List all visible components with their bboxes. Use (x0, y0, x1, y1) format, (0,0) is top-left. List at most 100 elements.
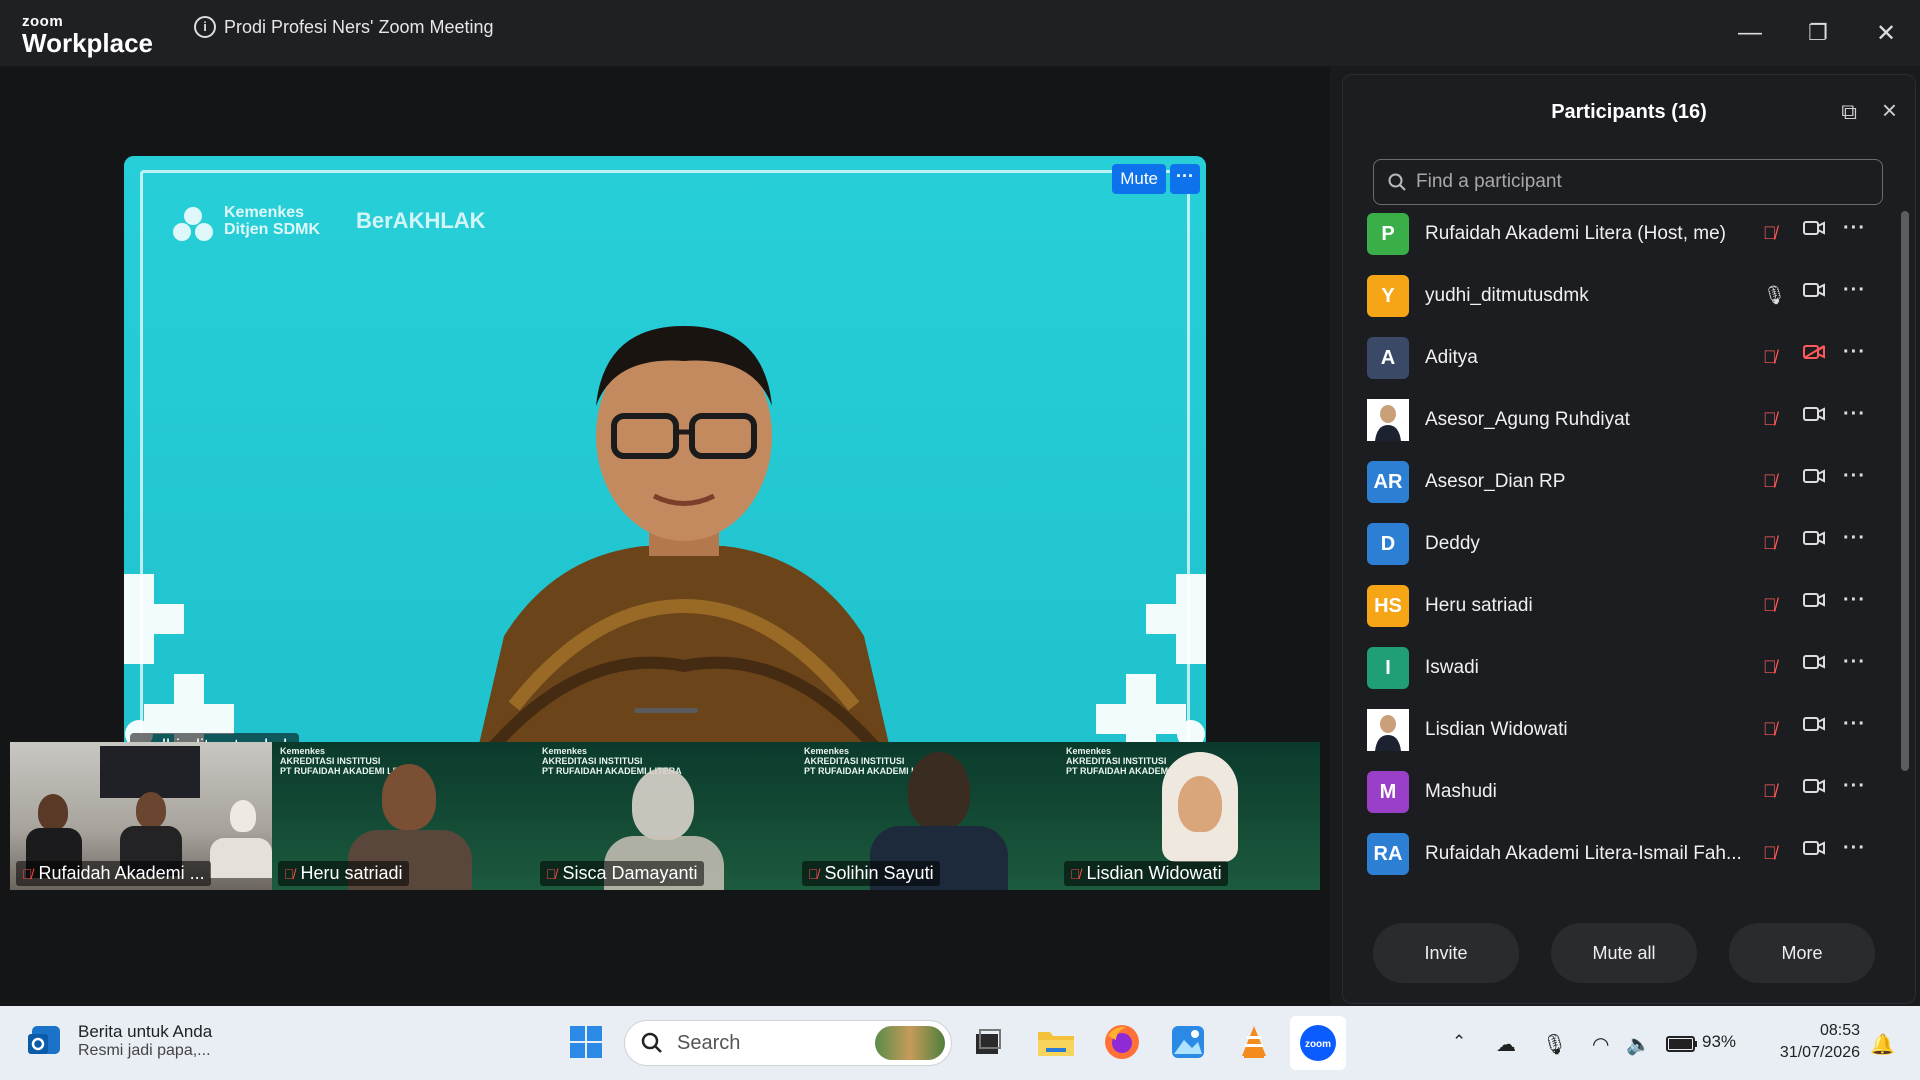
microphone-muted-icon[interactable]: 🎙̸ (1763, 471, 1777, 492)
chevron-up-icon[interactable]: ⌃ (1452, 1032, 1466, 1052)
participant-row[interactable]: HS Heru satriadi 🎙̸ ··· (1367, 575, 1887, 637)
participant-search-box[interactable] (1373, 159, 1883, 205)
cloud-sync-icon[interactable]: ☁ (1496, 1032, 1516, 1057)
microphone-muted-icon[interactable]: 🎙̸ (1763, 781, 1777, 802)
gallery-tile[interactable]: Kemenkes AKREDITASI INSTITUSI PT RUFAIDA… (534, 742, 796, 890)
mic-muted-icon: 🎙̸ (808, 865, 819, 882)
slide-line: Kemenkes (542, 746, 588, 756)
microphone-muted-icon[interactable]: 🎙̸ (1763, 595, 1777, 616)
participant-more-options-icon[interactable]: ··· (1843, 403, 1866, 426)
taskbar-search-box[interactable] (624, 1020, 952, 1066)
firefox-icon[interactable] (1102, 1022, 1142, 1062)
participant-more-options-icon[interactable]: ··· (1843, 713, 1866, 736)
video-camera-icon[interactable] (1803, 841, 1825, 855)
participant-more-options-icon[interactable]: ··· (1843, 279, 1866, 302)
participant-row[interactable]: D Deddy 🎙̸ ··· (1367, 513, 1887, 575)
file-explorer-icon[interactable] (1036, 1022, 1076, 1062)
participant-more-options-icon[interactable]: ··· (1843, 651, 1866, 674)
participant-avatar: M (1367, 771, 1409, 813)
minimize-button[interactable]: — (1716, 0, 1784, 66)
vlc-icon[interactable] (1234, 1022, 1274, 1062)
participant-row[interactable]: P Rufaidah Akademi Litera (Host, me) 🎙̸ ··· (1367, 203, 1887, 265)
taskbar-clock[interactable]: 08:53 31/07/2026 (1780, 1020, 1860, 1064)
participant-row[interactable]: M Mashudi 🎙̸ ··· (1367, 761, 1887, 823)
video-camera-icon[interactable] (1803, 221, 1825, 235)
gallery-tile-name: Lisdian Widowati (1086, 863, 1222, 883)
active-speaker-video[interactable]: Kemenkes Ditjen SDMK BerAKHLAK Mute ··· (124, 156, 1206, 764)
participant-row[interactable]: I Iswadi 🎙̸ ··· (1367, 637, 1887, 699)
video-camera-icon[interactable] (1803, 779, 1825, 793)
participant-row[interactable]: AR Asesor_Dian RP 🎙̸ ··· (1367, 451, 1887, 513)
participant-more-options-icon[interactable]: ··· (1843, 465, 1866, 488)
left-ornament-pattern (124, 574, 234, 764)
gallery-resize-handle[interactable] (634, 708, 698, 713)
microphone-muted-icon[interactable]: 🎙̸ (1763, 843, 1777, 864)
news-title: Berita untuk Anda (78, 1022, 213, 1041)
participant-more-options-icon[interactable]: ··· (1843, 217, 1866, 240)
gallery-tile-name: Heru satriadi (300, 863, 403, 883)
participant-more-options-icon[interactable]: ··· (1843, 837, 1866, 860)
close-panel-icon[interactable]: × (1882, 95, 1897, 126)
video-camera-icon[interactable] (1803, 469, 1825, 483)
mute-participant-button[interactable]: Mute (1112, 164, 1166, 194)
windows-start-icon[interactable] (566, 1022, 606, 1062)
microphone-tray-icon[interactable]: 🎙 (1542, 1032, 1567, 1057)
video-camera-icon[interactable] (1803, 407, 1825, 421)
participant-row[interactable]: Yyudhi_ditmutusdmk 🎙 ··· (1367, 265, 1887, 327)
participant-row[interactable]: RA Rufaidah Akademi Litera-Ismail Fah... 🎙… (1367, 823, 1887, 885)
video-camera-icon[interactable] (1803, 655, 1825, 669)
mute-all-button[interactable]: Mute all (1551, 923, 1697, 983)
participant-list-scrollbar[interactable] (1901, 211, 1909, 771)
participant-row[interactable]: Lisdian Widowati 🎙̸ ··· (1367, 699, 1887, 761)
participant-name: Lisdian Widowati (1425, 719, 1568, 740)
video-camera-icon[interactable] (1803, 531, 1825, 545)
participant-more-options-icon[interactable]: ··· (1843, 527, 1866, 550)
participant-name: Aditya (1425, 347, 1478, 368)
participants-panel-title: Participants (16) (1551, 101, 1707, 123)
participant-more-options-icon[interactable]: ··· (1843, 341, 1866, 364)
participant-avatar: Y (1367, 275, 1409, 317)
more-button[interactable]: More (1729, 923, 1875, 983)
news-widget[interactable]: Berita untuk Anda Resmi jadi papa,... (26, 1022, 212, 1060)
wifi-icon[interactable]: ◠ (1592, 1032, 1609, 1057)
invite-button[interactable]: Invite (1373, 923, 1519, 983)
gallery-tile[interactable]: Kemenkes AKREDITASI INSTITUSI PT RUFAIDA… (796, 742, 1058, 890)
zoom-icon: zoom (1300, 1025, 1336, 1061)
microphone-icon[interactable]: 🎙 (1763, 285, 1786, 306)
participant-search-input[interactable] (1414, 170, 1858, 194)
participant-more-options-icon[interactable]: ··· (1843, 589, 1866, 612)
photos-icon[interactable] (1168, 1022, 1208, 1062)
video-camera-icon[interactable] (1803, 283, 1825, 297)
gallery-tile[interactable]: Kemenkes AKREDITASI INSTITUSI PT RUFAIDA… (1058, 742, 1320, 890)
attendee-face (38, 794, 68, 830)
mic-muted-icon: 🎙̸ (1070, 865, 1081, 882)
popout-icon[interactable]: ⧉ (1841, 99, 1857, 125)
taskbar-search-input[interactable] (675, 1030, 859, 1056)
gallery-tile[interactable]: Kemenkes AKREDITASI INSTITUSI PT RUFAIDA… (272, 742, 534, 890)
notification-bell-icon[interactable]: 🔔 (1870, 1032, 1895, 1057)
video-more-options-button[interactable]: ··· (1170, 164, 1200, 194)
participant-row[interactable]: A Aditya 🎙̸ ··· (1367, 327, 1887, 389)
video-camera-icon[interactable] (1803, 593, 1825, 607)
microphone-muted-icon[interactable]: 🎙̸ (1763, 409, 1777, 430)
speaker-icon[interactable]: 🔈 (1626, 1032, 1651, 1057)
microphone-muted-icon[interactable]: 🎙̸ (1763, 223, 1777, 244)
clock-time: 08:53 (1819, 1022, 1860, 1039)
zoom-taskbar-button[interactable]: zoom (1290, 1016, 1346, 1070)
video-off-icon[interactable] (1803, 345, 1825, 359)
microphone-muted-icon[interactable]: 🎙̸ (1763, 533, 1777, 554)
microphone-muted-icon[interactable]: 🎙̸ (1763, 657, 1777, 678)
microphone-muted-icon[interactable]: 🎙̸ (1763, 347, 1777, 368)
battery-icon[interactable] (1666, 1036, 1698, 1052)
gallery-tile[interactable]: 🎙̸ Rufaidah Akademi ... (10, 742, 272, 890)
info-icon[interactable]: i (194, 16, 216, 38)
task-view-icon[interactable] (968, 1022, 1008, 1062)
close-button[interactable]: ✕ (1852, 0, 1920, 66)
video-camera-icon[interactable] (1803, 717, 1825, 731)
mic-muted-icon: 🎙̸ (284, 865, 295, 882)
restore-button[interactable]: ❐ (1784, 0, 1852, 66)
participant-row[interactable]: Asesor_Agung Ruhdiyat 🎙̸ ··· (1367, 389, 1887, 451)
meeting-title[interactable]: i Prodi Profesi Ners' Zoom Meeting (194, 16, 494, 38)
microphone-muted-icon[interactable]: 🎙̸ (1763, 719, 1777, 740)
participant-more-options-icon[interactable]: ··· (1843, 775, 1866, 798)
